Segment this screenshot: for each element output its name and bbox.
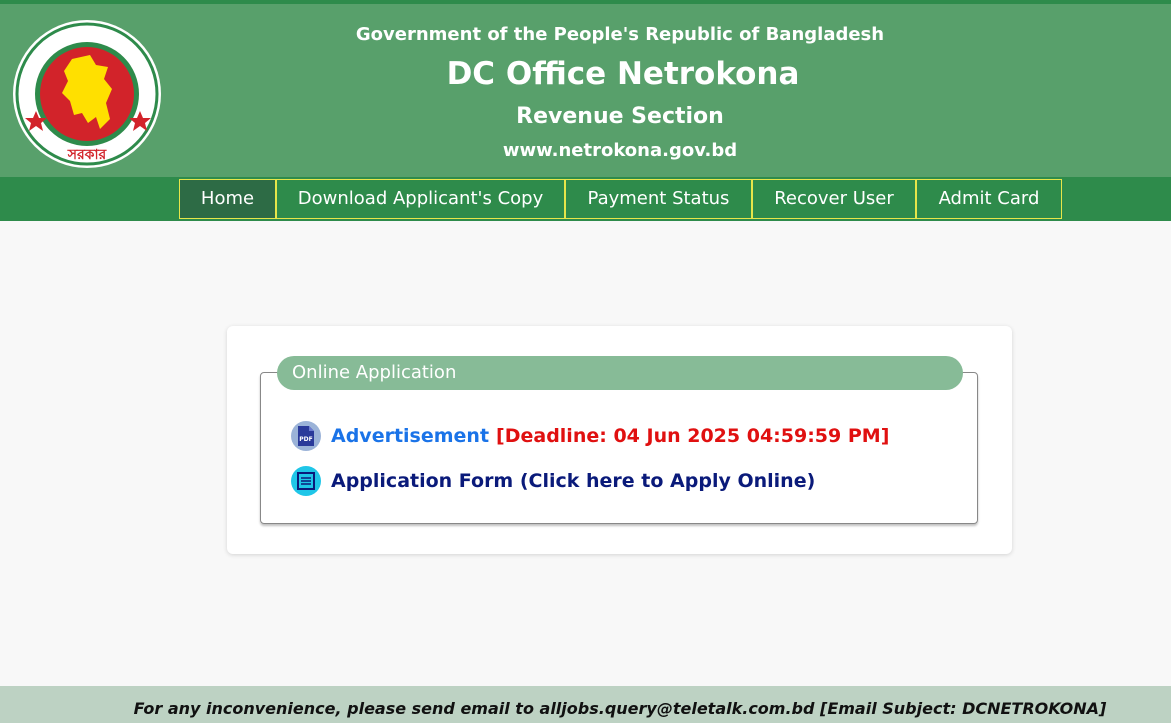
- nav-home[interactable]: Home: [179, 179, 276, 219]
- site-header: সরকার Government of the People's Republi…: [0, 4, 1171, 177]
- nav-recover-user[interactable]: Recover User: [752, 179, 916, 219]
- government-title: Government of the People's Republic of B…: [355, 24, 885, 45]
- application-card: Online Application PDF Advertisement [De…: [227, 326, 1012, 554]
- advertisement-link[interactable]: Advertisement: [331, 425, 489, 447]
- website-url: www.netrokona.gov.bd: [502, 140, 738, 161]
- section-title: Revenue Section: [516, 104, 724, 129]
- nav-list: Home Download Applicant's Copy Payment S…: [179, 179, 1062, 219]
- site-footer: For any inconvenience, please send email…: [0, 686, 1171, 723]
- nav-payment-status[interactable]: Payment Status: [565, 179, 752, 219]
- nav-admit-card[interactable]: Admit Card: [916, 179, 1062, 219]
- office-title: DC Office Netrokona: [446, 56, 800, 92]
- application-form-row: Application Form (Click here to Apply On…: [291, 466, 815, 496]
- form-icon[interactable]: [291, 466, 321, 496]
- nav-download-applicants-copy[interactable]: Download Applicant's Copy: [276, 179, 565, 219]
- pdf-icon[interactable]: PDF: [291, 421, 321, 451]
- deadline-text: [Deadline: 04 Jun 2025 04:59:59 PM]: [496, 425, 890, 447]
- application-form-link[interactable]: Application Form (Click here to Apply On…: [331, 470, 815, 492]
- main-navbar: Home Download Applicant's Copy Payment S…: [0, 177, 1171, 221]
- advertisement-row: PDF Advertisement [Deadline: 04 Jun 2025…: [291, 421, 889, 451]
- online-application-legend: Online Application: [277, 356, 963, 390]
- footer-contact-text: For any inconvenience, please send email…: [133, 699, 1107, 718]
- svg-text:PDF: PDF: [299, 436, 312, 443]
